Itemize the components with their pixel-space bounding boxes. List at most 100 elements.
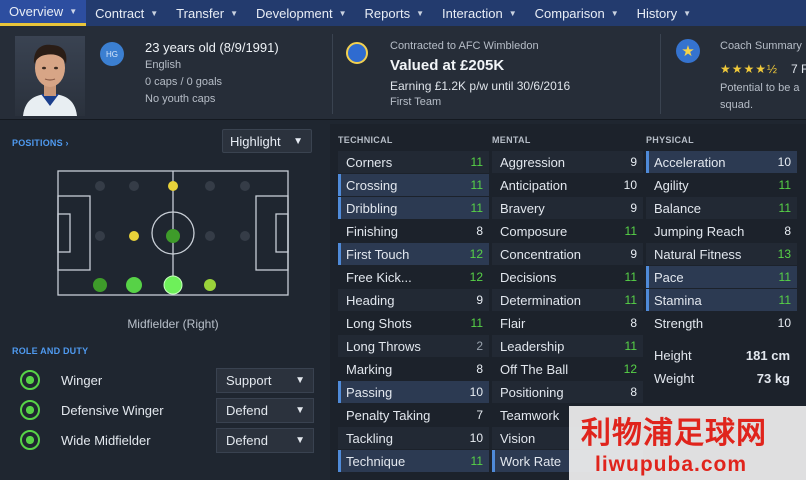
duty-dropdown[interactable]: Defend ▼ <box>216 398 314 423</box>
attribute-row-determination[interactable]: Determination 11 <box>492 289 643 311</box>
attribute-name: Free Kick... <box>346 270 412 285</box>
nav-tab-overview[interactable]: Overview ▼ <box>0 0 87 26</box>
attribute-row-crossing[interactable]: Crossing 11 <box>338 174 489 196</box>
attribute-name: Teamwork <box>500 408 560 423</box>
attribute-row-decisions[interactable]: Decisions 11 <box>492 266 643 288</box>
attribute-name: Leadership <box>500 339 565 354</box>
attribute-value: 10 <box>777 316 791 330</box>
nav-tab-label: Development <box>256 5 333 21</box>
attribute-row-pace[interactable]: Pace 11 <box>646 266 797 288</box>
attribute-value: 11 <box>778 178 791 192</box>
attribute-row-flair[interactable]: Flair 8 <box>492 312 643 334</box>
attribute-row-corners[interactable]: Corners 11 <box>338 151 489 173</box>
attribute-row-off-the-ball[interactable]: Off The Ball 12 <box>492 358 643 380</box>
duty-dropdown[interactable]: Defend ▼ <box>216 428 314 453</box>
attribute-name: Agility <box>654 178 689 193</box>
attribute-row-concentration[interactable]: Concentration 9 <box>492 243 643 265</box>
attribute-row-composure[interactable]: Composure 11 <box>492 220 643 242</box>
attribute-name: First Touch <box>346 247 410 262</box>
attribute-name: Bravery <box>500 201 545 216</box>
nav-tab-transfer[interactable]: Transfer ▼ <box>167 0 247 26</box>
attribute-name: Passing <box>346 385 393 400</box>
attribute-row-positioning[interactable]: Positioning 8 <box>492 381 643 403</box>
contract-club[interactable]: Contracted to AFC Wimbledon <box>390 40 539 52</box>
attribute-value: 12 <box>623 362 637 376</box>
watermark-overlay: 利物浦足球网 liwupuba.com <box>569 406 806 480</box>
attribute-row-penalty-taking[interactable]: Penalty Taking 7 <box>338 404 489 426</box>
positions-label: POSITIONS <box>12 138 63 148</box>
attribute-row-anticipation[interactable]: Anticipation 10 <box>492 174 643 196</box>
attribute-row-heading[interactable]: Heading 9 <box>338 289 489 311</box>
attribute-row-marking[interactable]: Marking 8 <box>338 358 489 380</box>
nav-tab-development[interactable]: Development ▼ <box>247 0 356 26</box>
role-row: Winger Support ▼ <box>10 366 320 394</box>
chevron-down-icon: ▼ <box>230 8 239 18</box>
attribute-value: 8 <box>630 385 637 399</box>
attribute-value: 11 <box>624 224 637 238</box>
attribute-row-balance[interactable]: Balance 11 <box>646 197 797 219</box>
attribute-name: Technique <box>346 454 406 469</box>
chevron-down-icon: ▼ <box>683 8 692 18</box>
attribute-row-strength[interactable]: Strength 10 <box>646 312 797 334</box>
role-name[interactable]: Defensive Winger <box>61 403 164 418</box>
attribute-value: 8 <box>784 224 791 238</box>
attribute-row-technique[interactable]: Technique 11 <box>338 450 489 472</box>
nav-tab-history[interactable]: History ▼ <box>628 0 700 26</box>
attribute-name: Natural Fitness <box>654 247 742 262</box>
attribute-value: 9 <box>476 293 483 307</box>
attribute-name: Acceleration <box>654 155 726 170</box>
attribute-row-long-throws[interactable]: Long Throws 2 <box>338 335 489 357</box>
attribute-row-aggression[interactable]: Aggression 9 <box>492 151 643 173</box>
nav-tab-interaction[interactable]: Interaction ▼ <box>433 0 526 26</box>
positions-link[interactable]: POSITIONS › <box>12 138 69 148</box>
nav-tab-contract[interactable]: Contract ▼ <box>86 0 167 26</box>
role-row: Defensive Winger Defend ▼ <box>10 396 320 424</box>
nav-tab-reports[interactable]: Reports ▼ <box>356 0 433 26</box>
attribute-value: 11 <box>470 155 483 169</box>
attribute-row-dribbling[interactable]: Dribbling 11 <box>338 197 489 219</box>
duty-dropdown[interactable]: Support ▼ <box>216 368 314 393</box>
attribute-value: 8 <box>630 316 637 330</box>
attribute-row-tackling[interactable]: Tackling 10 <box>338 427 489 449</box>
chevron-down-icon: ▼ <box>69 7 78 16</box>
watermark-url: liwupuba.com <box>595 453 748 476</box>
attribute-value: 11 <box>624 339 637 353</box>
attribute-row-free-kick[interactable]: Free Kick... 12 <box>338 266 489 288</box>
highlight-label: Highlight <box>230 133 281 149</box>
attribute-name: Balance <box>654 201 701 216</box>
attribute-row-natural-fitness[interactable]: Natural Fitness 13 <box>646 243 797 265</box>
player-youth-caps: No youth caps <box>145 93 216 105</box>
attribute-row-bravery[interactable]: Bravery 9 <box>492 197 643 219</box>
attribute-row-stamina[interactable]: Stamina 11 <box>646 289 797 311</box>
attribute-name: Positioning <box>500 385 564 400</box>
nav-tab-label: Interaction <box>442 5 503 21</box>
attribute-name: Concentration <box>500 247 581 262</box>
attribute-value: 11 <box>624 270 637 284</box>
attribute-name: Jumping Reach <box>654 224 745 239</box>
role-name[interactable]: Winger <box>61 373 102 388</box>
attribute-row-jumping-reach[interactable]: Jumping Reach 8 <box>646 220 797 242</box>
attribute-name: Off The Ball <box>500 362 569 377</box>
attribute-row-leadership[interactable]: Leadership 11 <box>492 335 643 357</box>
attribute-name: Flair <box>500 316 526 331</box>
duty-label: Defend <box>226 403 268 418</box>
top-navigation: Overview ▼ Contract ▼ Transfer ▼ Development ▼ R… <box>0 0 806 26</box>
chevron-down-icon: ▼ <box>508 8 517 18</box>
coach-summary-text: Potential to be a <box>720 82 800 94</box>
attribute-value: 11 <box>470 316 483 330</box>
attribute-row-passing[interactable]: Passing 10 <box>338 381 489 403</box>
attribute-row-acceleration[interactable]: Acceleration 10 <box>646 151 797 173</box>
attribute-row-finishing[interactable]: Finishing 8 <box>338 220 489 242</box>
player-caps: 0 caps / 0 goals <box>145 76 223 88</box>
coach-summary-title[interactable]: Coach Summary <box>720 40 802 52</box>
duty-label: Defend <box>226 433 268 448</box>
nav-tab-comparison[interactable]: Comparison ▼ <box>526 0 628 26</box>
attribute-row-first-touch[interactable]: First Touch 12 <box>338 243 489 265</box>
coach-summary-extra: 7 F <box>791 62 806 76</box>
attribute-row-agility[interactable]: Agility 11 <box>646 174 797 196</box>
attribute-name: Determination <box>500 293 581 308</box>
role-name[interactable]: Wide Midfielder <box>61 433 151 448</box>
attribute-row-long-shots[interactable]: Long Shots 11 <box>338 312 489 334</box>
attribute-value: 12 <box>469 247 483 261</box>
highlight-dropdown[interactable]: Highlight ▼ <box>222 129 312 153</box>
